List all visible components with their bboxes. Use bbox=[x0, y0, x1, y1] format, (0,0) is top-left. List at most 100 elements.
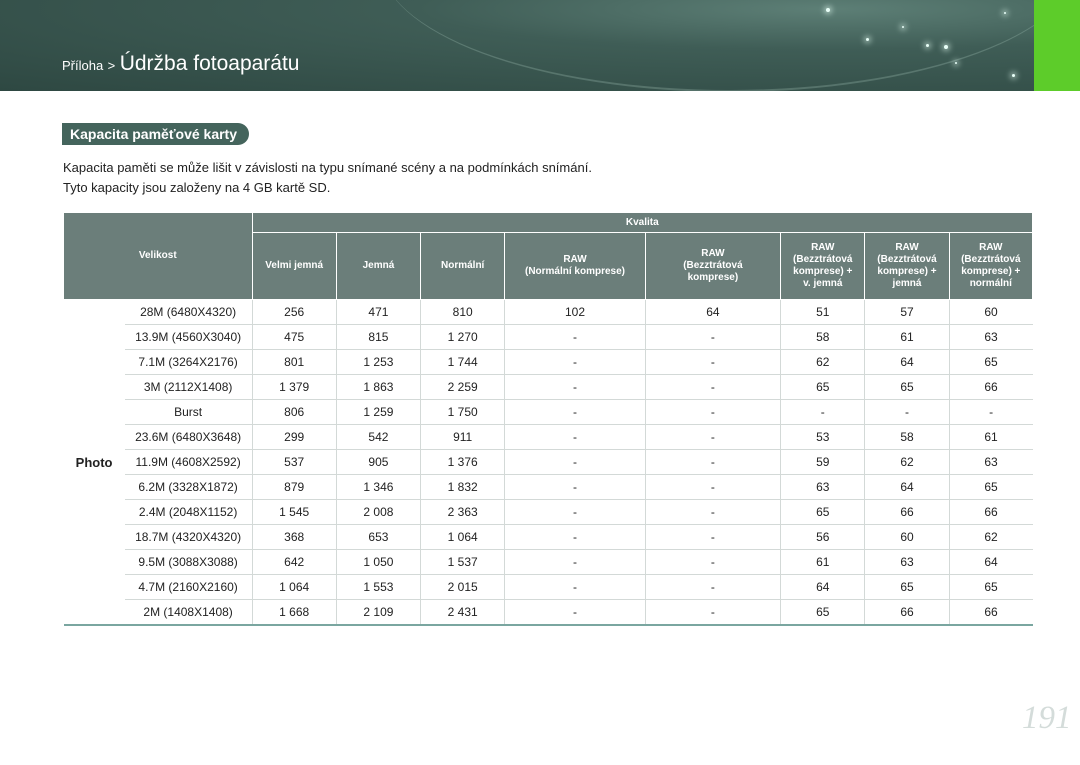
size-cell: 23.6M (6480X3648) bbox=[124, 424, 253, 450]
intro-line: Kapacita paměti se může lišit v závislos… bbox=[63, 160, 592, 175]
quality-header-line: komprese) + bbox=[877, 266, 937, 277]
quality-header: Kvalita bbox=[251, 212, 1034, 233]
capacity-cell: - bbox=[864, 399, 950, 425]
table-row: 3M (2112X1408) 1 379 1 863 2 259- -65 65 66 bbox=[64, 374, 1033, 400]
capacity-cell: - bbox=[504, 449, 646, 475]
capacity-cell: - bbox=[504, 499, 646, 525]
quality-header-line: komprese) + bbox=[961, 266, 1021, 277]
table-row: 18.7M (4320X4320) 368 653 1 064- -56 60 62 bbox=[64, 524, 1033, 550]
capacity-cell: 64 bbox=[780, 574, 865, 600]
size-header: Velikost bbox=[63, 212, 253, 300]
capacity-cell: 64 bbox=[864, 349, 950, 375]
capacity-cell: 642 bbox=[251, 549, 337, 575]
quality-header-line: (Bezztrátová bbox=[877, 254, 937, 265]
table-row: Photo 28M (6480X4320) 256 471 810 102 64 51 57 60 bbox=[63, 299, 1033, 626]
capacity-cell: 299 bbox=[251, 424, 337, 450]
capacity-cell: 2 015 bbox=[420, 574, 505, 600]
quality-header-line: (Bezztrátová bbox=[793, 254, 853, 265]
capacity-cell: 537 bbox=[251, 449, 337, 475]
capacity-cell: 65 bbox=[864, 574, 950, 600]
capacity-cell: 51 bbox=[780, 299, 865, 325]
capacity-cell: 65 bbox=[864, 374, 950, 400]
capacity-cell: - bbox=[504, 424, 646, 450]
capacity-cell: 56 bbox=[780, 524, 865, 550]
capacity-cell: 810 bbox=[420, 299, 505, 325]
size-cell: 4.7M (2160X2160) bbox=[124, 574, 253, 600]
capacity-cell: 2 109 bbox=[335, 599, 421, 626]
size-cell: 9.5M (3088X3088) bbox=[124, 549, 253, 575]
quality-column-header: RAW (Bezztrátová komprese) + normální bbox=[948, 232, 1034, 300]
breadcrumb-parent[interactable]: Příloha bbox=[62, 58, 103, 73]
size-cell: Burst bbox=[124, 399, 253, 425]
quality-header-line: Jemná bbox=[362, 260, 395, 271]
capacity-cell: - bbox=[504, 549, 646, 575]
quality-column-header: Jemná bbox=[335, 232, 422, 300]
quality-column-header: RAW (Bezztrátová komprese) + jemná bbox=[864, 232, 950, 300]
capacity-cell: 64 bbox=[864, 474, 950, 500]
capacity-cell: 62 bbox=[864, 449, 950, 475]
capacity-cell: 63 bbox=[948, 324, 1033, 350]
quality-column-header: RAW (Bezztrátová komprese) + v. jemná bbox=[780, 232, 866, 300]
capacity-cell: 1 668 bbox=[251, 599, 337, 626]
capacity-cell: 66 bbox=[948, 499, 1033, 525]
capacity-cell: - bbox=[644, 599, 781, 626]
quality-header-line: RAW bbox=[979, 242, 1003, 253]
sparkle-icon bbox=[866, 38, 869, 41]
sparkle-icon bbox=[955, 62, 957, 64]
capacity-cell: 65 bbox=[780, 599, 865, 626]
capacity-cell: 1 064 bbox=[420, 524, 505, 550]
breadcrumb-separator: > bbox=[107, 58, 116, 73]
capacity-cell: 62 bbox=[780, 349, 865, 375]
capacity-cell: 815 bbox=[335, 324, 421, 350]
capacity-cell: - bbox=[644, 549, 781, 575]
capacity-cell: 57 bbox=[864, 299, 950, 325]
table-row: 7.1M (3264X2176) 801 1 253 1 744- -62 64 65 bbox=[64, 349, 1033, 375]
size-cell: 11.9M (4608X2592) bbox=[124, 449, 253, 475]
header-banner bbox=[0, 0, 1034, 91]
capacity-cell: 2 431 bbox=[420, 599, 505, 626]
sparkle-icon bbox=[826, 8, 830, 12]
sparkle-icon bbox=[944, 45, 948, 49]
capacity-cell: 1 270 bbox=[420, 324, 505, 350]
capacity-cell: - bbox=[948, 399, 1033, 425]
capacity-cell: 1 537 bbox=[420, 549, 505, 575]
capacity-table: Velikost Kvalita Velmi jemná Jemná Normáln… bbox=[63, 212, 1034, 626]
capacity-cell: - bbox=[644, 349, 781, 375]
capacity-cell: 65 bbox=[948, 474, 1033, 500]
capacity-cell: - bbox=[644, 399, 781, 425]
capacity-cell: - bbox=[644, 449, 781, 475]
capacity-cell: 61 bbox=[780, 549, 865, 575]
table-row: 9.5M (3088X3088) 642 1 050 1 537- -61 63 64 bbox=[64, 549, 1033, 575]
quality-header-line: (Bezztrátová bbox=[683, 260, 743, 271]
intro-text: Kapacita paměti se může lišit v závislos… bbox=[63, 158, 592, 198]
capacity-cell: 61 bbox=[864, 324, 950, 350]
size-cell: 6.2M (3328X1872) bbox=[124, 474, 253, 500]
capacity-cell: 801 bbox=[251, 349, 337, 375]
capacity-cell: 59 bbox=[780, 449, 865, 475]
capacity-cell: 58 bbox=[864, 424, 950, 450]
capacity-cell: 471 bbox=[335, 299, 421, 325]
sparkle-icon bbox=[1012, 74, 1015, 77]
chapter-tab bbox=[1034, 0, 1080, 91]
capacity-cell: 102 bbox=[504, 299, 646, 325]
capacity-cell: 1 750 bbox=[420, 399, 505, 425]
capacity-cell: - bbox=[504, 324, 646, 350]
capacity-cell: 1 379 bbox=[251, 374, 337, 400]
quality-column-header: RAW (Bezztrátová komprese) bbox=[644, 232, 782, 300]
capacity-cell: - bbox=[504, 374, 646, 400]
capacity-cell: 65 bbox=[948, 574, 1033, 600]
table-row: 2M (1408X1408) 1 668 2 109 2 431- -65 66 66 bbox=[64, 599, 1033, 626]
quality-header-line: RAW bbox=[895, 242, 919, 253]
size-cell: 2.4M (2048X1152) bbox=[124, 499, 253, 525]
quality-header-line: RAW bbox=[811, 242, 835, 253]
quality-header-line: RAW bbox=[701, 248, 725, 259]
table-row: 13.9M (4560X3040) 475 815 1 270- -58 61 63 bbox=[64, 324, 1033, 350]
capacity-cell: 63 bbox=[780, 474, 865, 500]
capacity-cell: 65 bbox=[780, 374, 865, 400]
capacity-cell: 1 253 bbox=[335, 349, 421, 375]
table-row: Burst 806 1 259 1 750- - - - - bbox=[64, 399, 1033, 425]
capacity-cell: 905 bbox=[335, 449, 421, 475]
capacity-cell: 53 bbox=[780, 424, 865, 450]
capacity-cell: - bbox=[504, 599, 646, 626]
capacity-cell: - bbox=[504, 574, 646, 600]
